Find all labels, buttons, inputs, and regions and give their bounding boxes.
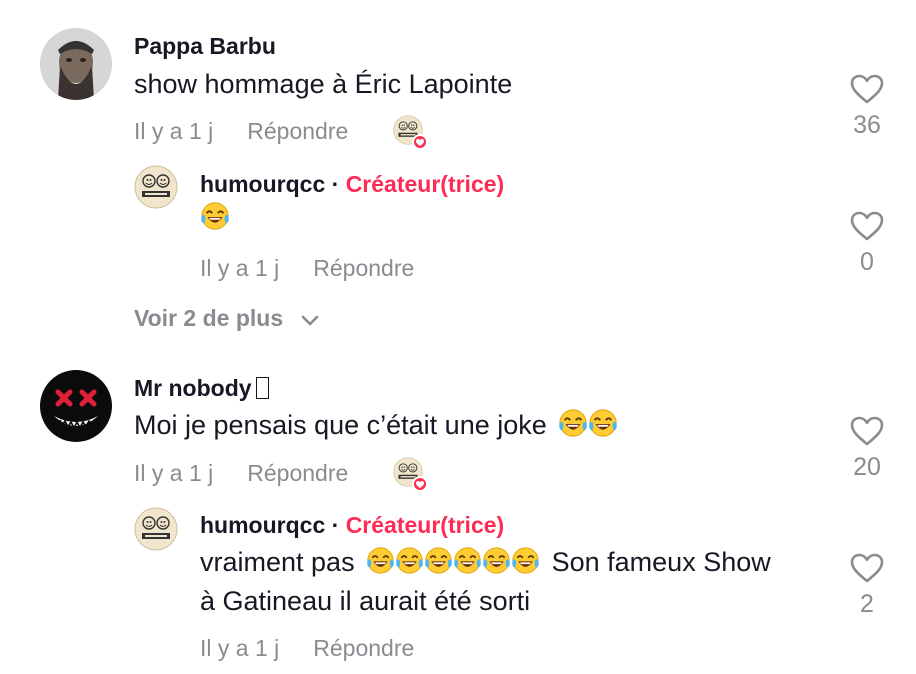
reply-text: vraiment pas Son fameux Show xyxy=(200,542,771,582)
avatar[interactable] xyxy=(134,507,178,551)
reply-meta: Il y a 1 j Répondre xyxy=(200,255,414,282)
view-more-label: Voir 2 de plus xyxy=(134,305,284,331)
comment-username[interactable]: Mr nobody xyxy=(134,375,269,402)
like-button[interactable]: 20 xyxy=(837,415,897,482)
comment-text: Moi je pensais que c’était une joke xyxy=(134,405,618,445)
comment-text: show hommage à Éric Lapointe xyxy=(134,69,513,99)
reply-button[interactable]: Répondre xyxy=(313,635,414,661)
chevron-down-icon xyxy=(301,315,318,326)
comment-text-body: Moi je pensais que c’était une joke xyxy=(134,410,547,440)
view-more-replies-button[interactable]: Voir 2 de plus xyxy=(134,305,320,332)
comment-meta: Il y a 1 j Répondre xyxy=(134,460,348,487)
avatar[interactable] xyxy=(40,28,112,100)
reply-button[interactable]: Répondre xyxy=(247,460,348,486)
heart-outline-icon xyxy=(849,210,885,242)
reply-meta: Il y a 1 j Répondre xyxy=(200,635,414,662)
face-with-tears-of-joy-icon xyxy=(588,408,618,438)
reply-time: Il y a 1 j xyxy=(200,635,280,661)
reply-username-line: humourqcc · Créateur(trice) xyxy=(200,512,504,539)
like-button[interactable]: 0 xyxy=(837,210,897,277)
like-count: 0 xyxy=(860,248,874,276)
face-with-tears-of-joy-icon xyxy=(200,201,230,231)
reply-username[interactable]: humourqcc xyxy=(200,512,325,538)
like-button[interactable]: 2 xyxy=(837,552,897,619)
reply-username[interactable]: humourqcc xyxy=(200,171,325,197)
reply-text-end: Son fameux Show xyxy=(551,547,771,577)
like-count: 2 xyxy=(860,590,874,618)
face-with-tears-of-joy-icon xyxy=(453,546,482,575)
heart-outline-icon xyxy=(849,73,885,105)
face-with-tears-of-joy-icon xyxy=(482,546,511,575)
avatar[interactable] xyxy=(134,165,178,209)
separator-dot: · xyxy=(331,512,340,538)
face-with-tears-of-joy-icon xyxy=(511,546,540,575)
reply-button[interactable]: Répondre xyxy=(313,255,414,281)
comment-meta: Il y a 1 j Répondre xyxy=(134,118,348,145)
like-count: 20 xyxy=(853,453,881,481)
face-with-tears-of-joy-icon xyxy=(424,546,453,575)
reply-text-start: vraiment pas xyxy=(200,547,355,577)
reply-text-line2: à Gatineau il aurait été sorti xyxy=(200,586,531,616)
creator-badge: Créateur(trice) xyxy=(345,512,505,538)
separator-dot: · xyxy=(331,171,340,197)
reply-button[interactable]: Répondre xyxy=(247,118,348,144)
heart-outline-icon xyxy=(849,415,885,447)
reply-username-line: humourqcc · Créateur(trice) xyxy=(200,171,504,198)
heart-outline-icon xyxy=(849,552,885,584)
comment-username-text: Mr nobody xyxy=(134,375,252,401)
avatar[interactable] xyxy=(40,370,112,442)
face-with-tears-of-joy-icon xyxy=(366,546,395,575)
like-count: 36 xyxy=(853,111,881,139)
comment-username[interactable]: Pappa Barbu xyxy=(134,33,276,60)
creator-badge: Créateur(trice) xyxy=(345,171,505,197)
like-button[interactable]: 36 xyxy=(837,73,897,140)
face-with-tears-of-joy-icon xyxy=(395,546,424,575)
comment-time: Il y a 1 j xyxy=(134,460,214,486)
comment-time: Il y a 1 j xyxy=(134,118,214,144)
unknown-glyph-icon xyxy=(255,377,269,399)
creator-liked-badge xyxy=(393,457,428,492)
face-with-tears-of-joy-icon xyxy=(558,408,588,438)
reply-time: Il y a 1 j xyxy=(200,255,280,281)
creator-liked-badge xyxy=(393,115,428,150)
reply-text xyxy=(200,198,230,238)
comments-panel: Pappa Barbu show hommage à Éric Lapointe… xyxy=(0,0,916,674)
